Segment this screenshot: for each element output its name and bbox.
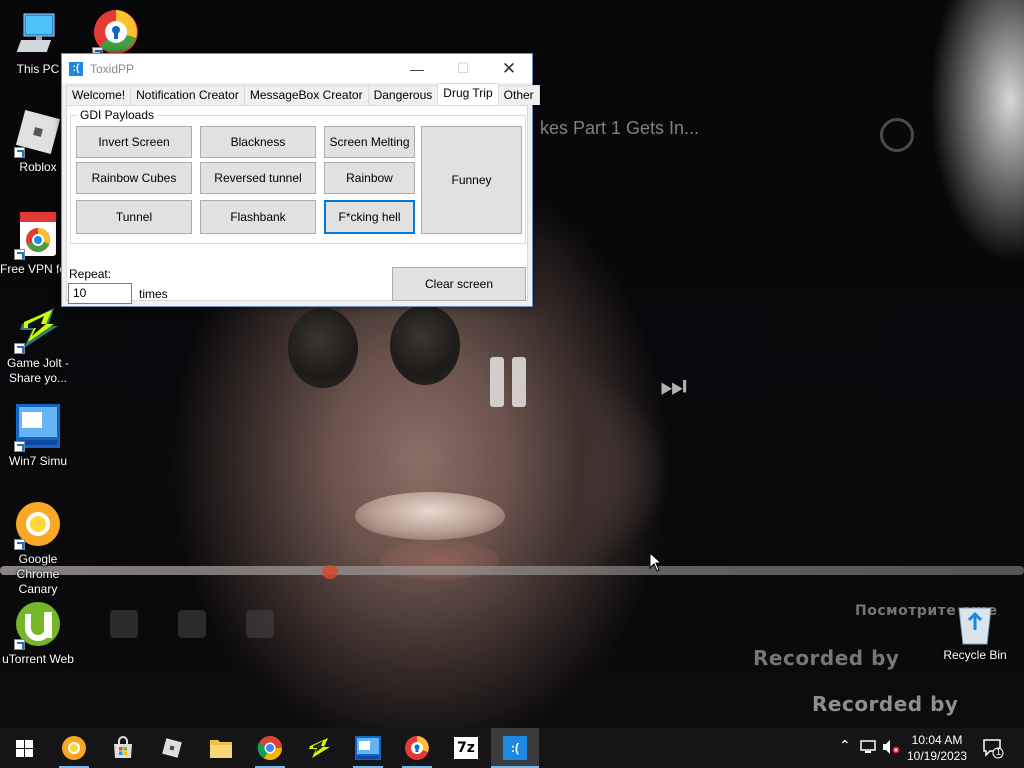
- rainbow-button[interactable]: Rainbow: [324, 162, 415, 194]
- chrome-canary-icon: [14, 500, 62, 550]
- network-icon[interactable]: [860, 739, 876, 758]
- win7-simu-icon: [14, 402, 62, 452]
- desktop-icon-chrome-canary[interactable]: Google Chrome Canary: [0, 500, 76, 597]
- win7-simu-icon[interactable]: [344, 728, 392, 768]
- shortcut-arrow-icon: [14, 147, 25, 158]
- clock[interactable]: 10:04 AM 10/19/2023: [902, 732, 972, 764]
- blackness-button[interactable]: Blackness: [200, 126, 316, 158]
- vpn-browser-icon: [92, 8, 140, 58]
- clock-date: 10/19/2023: [906, 749, 968, 763]
- funney-button[interactable]: Funney: [421, 126, 522, 234]
- tunnel-button[interactable]: Tunnel: [76, 200, 192, 234]
- vpn-chrome-icon[interactable]: [393, 728, 441, 768]
- shortcut-arrow-icon: [14, 249, 25, 260]
- desktop-icon-label: uTorrent Web: [2, 652, 74, 666]
- shortcut-arrow-icon: [14, 639, 25, 650]
- roblox-icon: [14, 108, 62, 158]
- maximize-button[interactable]: ☐: [440, 54, 486, 83]
- toxidpp-icon[interactable]: :(: [491, 728, 539, 768]
- wallpaper-ctrl-icon: [110, 610, 138, 638]
- times-label: times: [139, 287, 168, 301]
- mouse-cursor-icon: [649, 551, 663, 575]
- shortcut-arrow-icon: [14, 539, 25, 550]
- wallpaper-next-icon: ⏭: [660, 370, 687, 403]
- wallpaper-eye-left: [288, 308, 358, 388]
- tab-bar: Welcome! Notification Creator MessageBox…: [66, 83, 540, 105]
- tab-messagebox-creator[interactable]: MessageBox Creator: [243, 85, 369, 105]
- game-jolt-icon[interactable]: [295, 728, 343, 768]
- wallpaper-video-progress: [0, 566, 1024, 575]
- desktop-icon-utorrent[interactable]: uTorrent Web: [0, 600, 76, 667]
- screen-melting-button[interactable]: Screen Melting: [324, 126, 415, 158]
- system-tray: ⌃ 10:04 AM 10/19/2023 1: [824, 728, 1024, 768]
- game-jolt-icon: [14, 304, 62, 354]
- wallpaper-logo-ghost: [880, 118, 914, 152]
- desktop-icon-game-jolt[interactable]: Game Jolt - Share yo...: [0, 304, 76, 386]
- volume-muted-icon[interactable]: [882, 739, 900, 758]
- tab-welcome[interactable]: Welcome!: [66, 85, 132, 105]
- window-titlebar[interactable]: :( ToxidPP — ☐ ✕: [62, 54, 532, 83]
- chrome-vpn-icon: [14, 210, 62, 260]
- roblox-icon[interactable]: [148, 728, 196, 768]
- desktop-icon-win7-simu[interactable]: Win7 Simu: [0, 402, 76, 469]
- shortcut-arrow-icon: [14, 343, 25, 354]
- gdi-payloads-group: GDI Payloads Invert Screen Blackness Scr…: [70, 108, 526, 244]
- start-windows-icon[interactable]: [0, 728, 48, 768]
- tab-dangerous[interactable]: Dangerous: [367, 85, 439, 105]
- reversed-tunnel-button[interactable]: Reversed tunnel: [200, 162, 316, 194]
- repeat-label: Repeat:: [69, 267, 112, 281]
- chevron-up-icon[interactable]: ⌃: [839, 737, 851, 754]
- microsoft-store-icon[interactable]: [99, 728, 147, 768]
- group-title: GDI Payloads: [77, 108, 158, 122]
- desktop-icon-recycle-bin[interactable]: Recycle Bin: [937, 602, 1013, 663]
- invert-screen-button[interactable]: Invert Screen: [76, 126, 192, 158]
- minimize-button[interactable]: —: [394, 54, 440, 83]
- desktop-icon-label: Win7 Simu: [8, 454, 67, 468]
- file-explorer-icon[interactable]: [197, 728, 245, 768]
- notification-count: 1: [995, 747, 1001, 757]
- f-cking-hell-button[interactable]: F*cking hell: [324, 200, 415, 234]
- wallpaper-video-knob: [322, 565, 338, 579]
- wallpaper-eye-right: [390, 305, 460, 385]
- computer-icon: [14, 10, 62, 58]
- wallpaper-pause-icon: [490, 357, 536, 407]
- notification-center-icon[interactable]: 1: [982, 737, 1004, 762]
- desktop-icon-label: Game Jolt - Share yo...: [6, 356, 69, 385]
- google-chrome-icon[interactable]: [246, 728, 294, 768]
- close-button[interactable]: ✕: [486, 54, 532, 83]
- recycle-bin-icon: [955, 602, 995, 646]
- clear-screen-button[interactable]: Clear screen: [392, 267, 526, 301]
- wallpaper-video-title: kes Part 1 Gets In...: [540, 118, 700, 138]
- chrome-canary-icon[interactable]: [50, 728, 98, 768]
- desktop-icon-label: Recycle Bin: [943, 648, 1007, 662]
- utorrent-icon: [14, 600, 62, 650]
- wallpaper-ctrl-icon: [246, 610, 274, 638]
- flashbank-button[interactable]: Flashbank: [200, 200, 316, 234]
- shortcut-arrow-icon: [14, 441, 25, 452]
- toxidpp-window: :( ToxidPP — ☐ ✕ Welcome! Notification C…: [61, 53, 540, 307]
- app-sad-face-icon: :(: [69, 61, 83, 76]
- 7zip-icon[interactable]: 7z: [442, 728, 490, 768]
- clock-time: 10:04 AM: [911, 733, 963, 747]
- tab-other[interactable]: Other: [497, 85, 540, 105]
- repeat-count-input[interactable]: 10: [68, 283, 132, 304]
- tab-drug-trip[interactable]: Drug Trip: [437, 83, 499, 105]
- wallpaper-watermark: Recorded by: [812, 692, 959, 716]
- wallpaper-mouth: [355, 492, 505, 540]
- desktop-icon-label: Google Chrome Canary: [16, 552, 60, 596]
- tab-notification-creator[interactable]: Notification Creator: [130, 85, 245, 105]
- rainbow-cubes-button[interactable]: Rainbow Cubes: [76, 162, 192, 194]
- taskbar: 7z :( ⌃ 10:04 AM 10/19/2023 1: [0, 728, 1024, 768]
- wallpaper-ctrl-icon: [178, 610, 206, 638]
- window-title: ToxidPP: [90, 61, 135, 76]
- drug-trip-panel: GDI Payloads Invert Screen Blackness Scr…: [66, 105, 528, 304]
- wallpaper-watermark: Recorded by: [753, 646, 900, 670]
